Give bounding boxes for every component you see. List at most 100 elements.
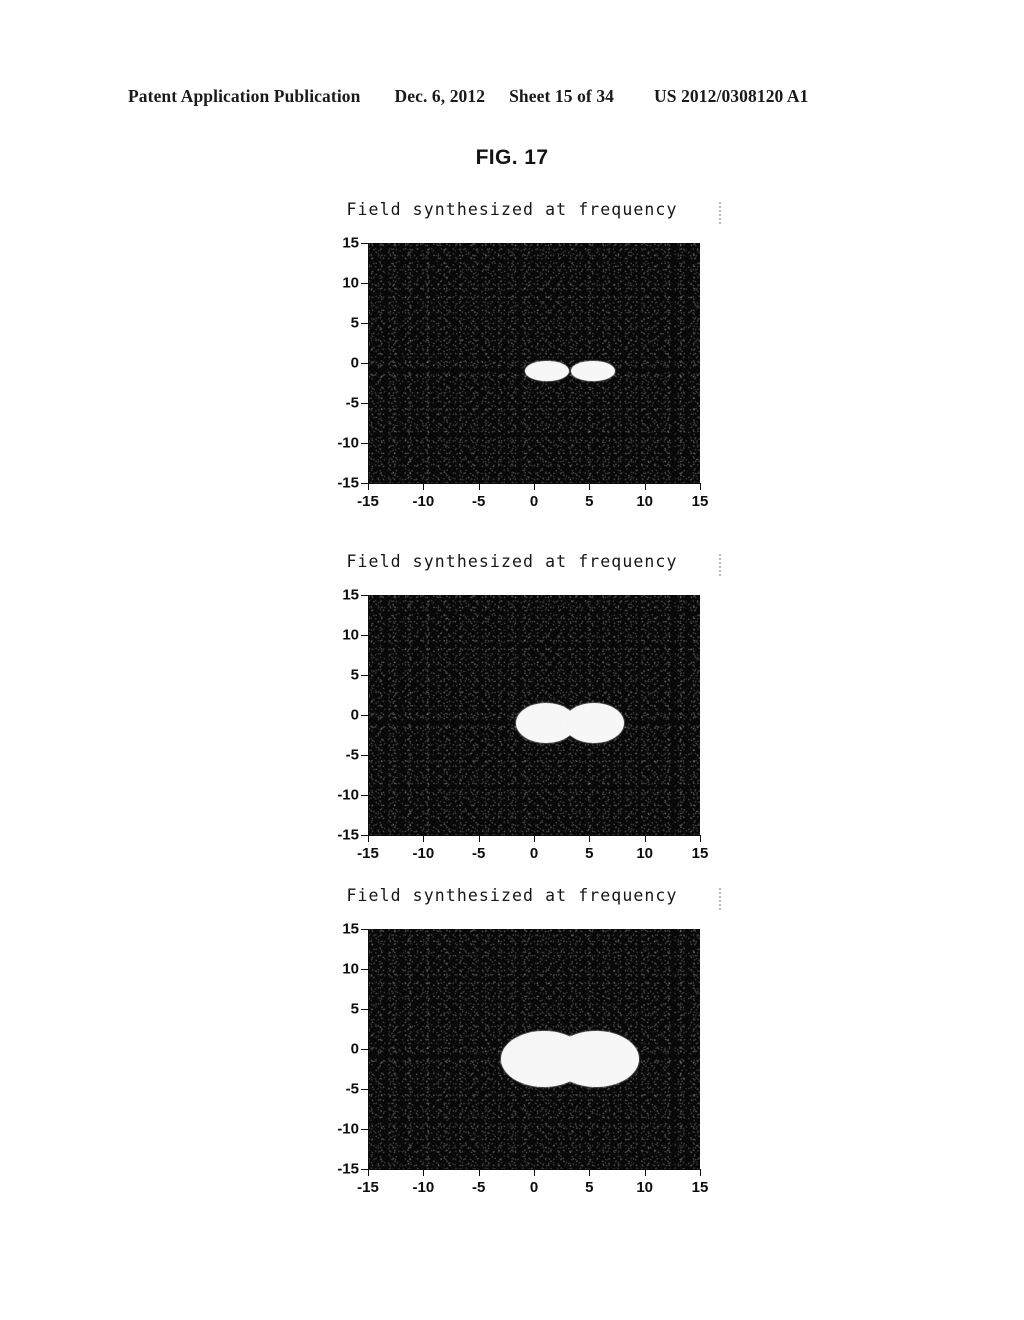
y-axis-tick-label: -15: [337, 826, 359, 844]
x-axis-tick-label: -5: [471, 493, 486, 510]
y-axis-tick: [361, 715, 368, 716]
y-axis-tick-label: 10: [342, 960, 359, 978]
y-axis-tick-label: 15: [342, 920, 359, 938]
x-axis-tick-label: 5: [585, 493, 594, 510]
x-axis-tick: [644, 1169, 646, 1176]
y-axis-tick: [361, 1169, 368, 1170]
x-axis-tick: [644, 483, 646, 490]
y-axis-tick: [361, 363, 368, 364]
y-axis-tick: [361, 835, 368, 836]
x-axis-tick-label: 0: [529, 845, 539, 862]
x-axis-tick: [589, 1169, 591, 1176]
x-axis-tick: [478, 835, 480, 842]
y-axis-tick-label: 0: [350, 1040, 359, 1058]
page-header: Patent Application Publication Dec. 6, 2…: [128, 86, 896, 110]
x-axis-tick: [368, 1169, 369, 1176]
x-axis-tick-label: -5: [471, 1179, 486, 1196]
y-axis-line-3: [368, 929, 369, 1169]
y-axis-tick-label: -15: [337, 1160, 359, 1178]
plot-image-3: [368, 929, 700, 1169]
x-axis-tick-label: -5: [471, 845, 486, 862]
y-axis-tick-label: 0: [350, 706, 359, 724]
header-date-label: Dec. 6, 2012: [394, 86, 486, 106]
y-axis-tick: [361, 795, 368, 796]
x-axis-tick: [534, 483, 535, 490]
plot-axes-2: 15 10 5 0 -5 -10 -15 -15 -10 -5 0 5 10 15: [337, 587, 708, 863]
plot-axes-1: 15 10 5 0 -5 -10 -15 -15 -10 -5 0 5 10 15: [337, 235, 708, 511]
y-axis-tick: [361, 323, 368, 324]
field-lobe: [563, 703, 624, 743]
x-axis-tick-label: 0: [529, 493, 539, 510]
y-axis-tick: [361, 403, 368, 404]
y-axis-tick-label: -15: [337, 474, 359, 492]
x-axis-tick-label: 10: [636, 493, 653, 510]
x-axis-tick-label: -10: [412, 1179, 435, 1196]
x-axis-tick-label: -10: [412, 493, 435, 510]
plot-title-3: Field synthesized at frequency: [346, 886, 678, 905]
header-publication-label: Patent Application Publication: [128, 86, 361, 106]
x-axis-tick-label: 15: [691, 493, 709, 510]
field-lobe: [552, 1030, 640, 1087]
y-axis-tick-label: -5: [345, 746, 359, 764]
x-axis-tick-label: 15: [691, 845, 709, 862]
field-lobe: [570, 360, 615, 382]
y-axis-tick-label: -10: [337, 434, 359, 452]
x-axis-tick: [700, 835, 701, 842]
title-trailing-mark-icon: [719, 202, 721, 224]
x-axis-tick-label: -15: [357, 1179, 379, 1196]
y-axis-tick: [361, 283, 368, 284]
header-publication-number: US 2012/0308120 A1: [654, 86, 809, 106]
x-axis-tick-label: -15: [357, 845, 379, 862]
plot-axes-3: 15 10 5 0 -5 -10 -15 -15 -10 -5 0 5 10 15: [337, 921, 708, 1197]
y-axis-tick-label: 5: [350, 314, 359, 332]
y-axis-tick: [361, 929, 368, 930]
y-axis-tick-label: 15: [342, 234, 359, 252]
x-axis-tick-label: 5: [585, 845, 594, 862]
y-axis-tick: [361, 443, 368, 444]
x-axis-tick: [700, 1169, 701, 1176]
x-axis-tick: [368, 483, 369, 490]
x-axis-tick-label: 10: [636, 1179, 653, 1196]
y-axis-tick: [361, 755, 368, 756]
x-axis-tick-label: 5: [585, 1179, 594, 1196]
plot-image-2: [368, 595, 700, 835]
header-sheet-label: Sheet 15 of 34: [509, 86, 615, 106]
x-axis-tick: [423, 1169, 425, 1176]
x-axis-tick: [423, 483, 425, 490]
y-axis-tick: [361, 635, 368, 636]
y-axis-tick-label: 5: [350, 1000, 359, 1018]
y-axis-tick: [361, 483, 368, 484]
y-axis-tick-label: 10: [342, 274, 359, 292]
y-axis-line-2: [368, 595, 369, 835]
title-trailing-mark-icon: [719, 554, 721, 576]
x-axis-tick: [368, 835, 369, 842]
y-axis-tick: [361, 1129, 368, 1130]
y-axis-tick: [361, 1049, 368, 1050]
x-axis-tick: [534, 1169, 535, 1176]
y-axis-tick-label: -5: [345, 394, 359, 412]
y-axis-tick: [361, 1089, 368, 1090]
x-axis-tick: [644, 835, 646, 842]
figure-label: FIG. 17: [475, 146, 549, 169]
x-axis-tick-label: -10: [412, 845, 435, 862]
y-axis-tick: [361, 969, 368, 970]
x-axis-tick: [589, 483, 591, 490]
x-axis-tick: [589, 835, 591, 842]
x-axis-tick: [478, 483, 480, 490]
plot-title-1: Field synthesized at frequency: [346, 200, 678, 219]
y-axis-tick: [361, 1009, 368, 1010]
y-axis-tick-label: 5: [350, 666, 359, 684]
plot-title-2: Field synthesized at frequency: [346, 552, 678, 571]
x-axis-tick: [700, 483, 701, 490]
y-axis-tick-label: -10: [337, 1120, 359, 1138]
x-axis-tick: [423, 835, 425, 842]
y-axis-tick-label: -5: [345, 1080, 359, 1098]
y-axis-tick-label: 0: [350, 354, 359, 372]
y-axis-tick: [361, 595, 368, 596]
x-axis-tick: [478, 1169, 480, 1176]
x-axis-tick-label: 15: [691, 1179, 709, 1196]
y-axis-tick: [361, 675, 368, 676]
title-trailing-mark-icon: [719, 888, 721, 910]
y-axis-line-1: [368, 243, 369, 483]
y-axis-tick-label: 10: [342, 626, 359, 644]
